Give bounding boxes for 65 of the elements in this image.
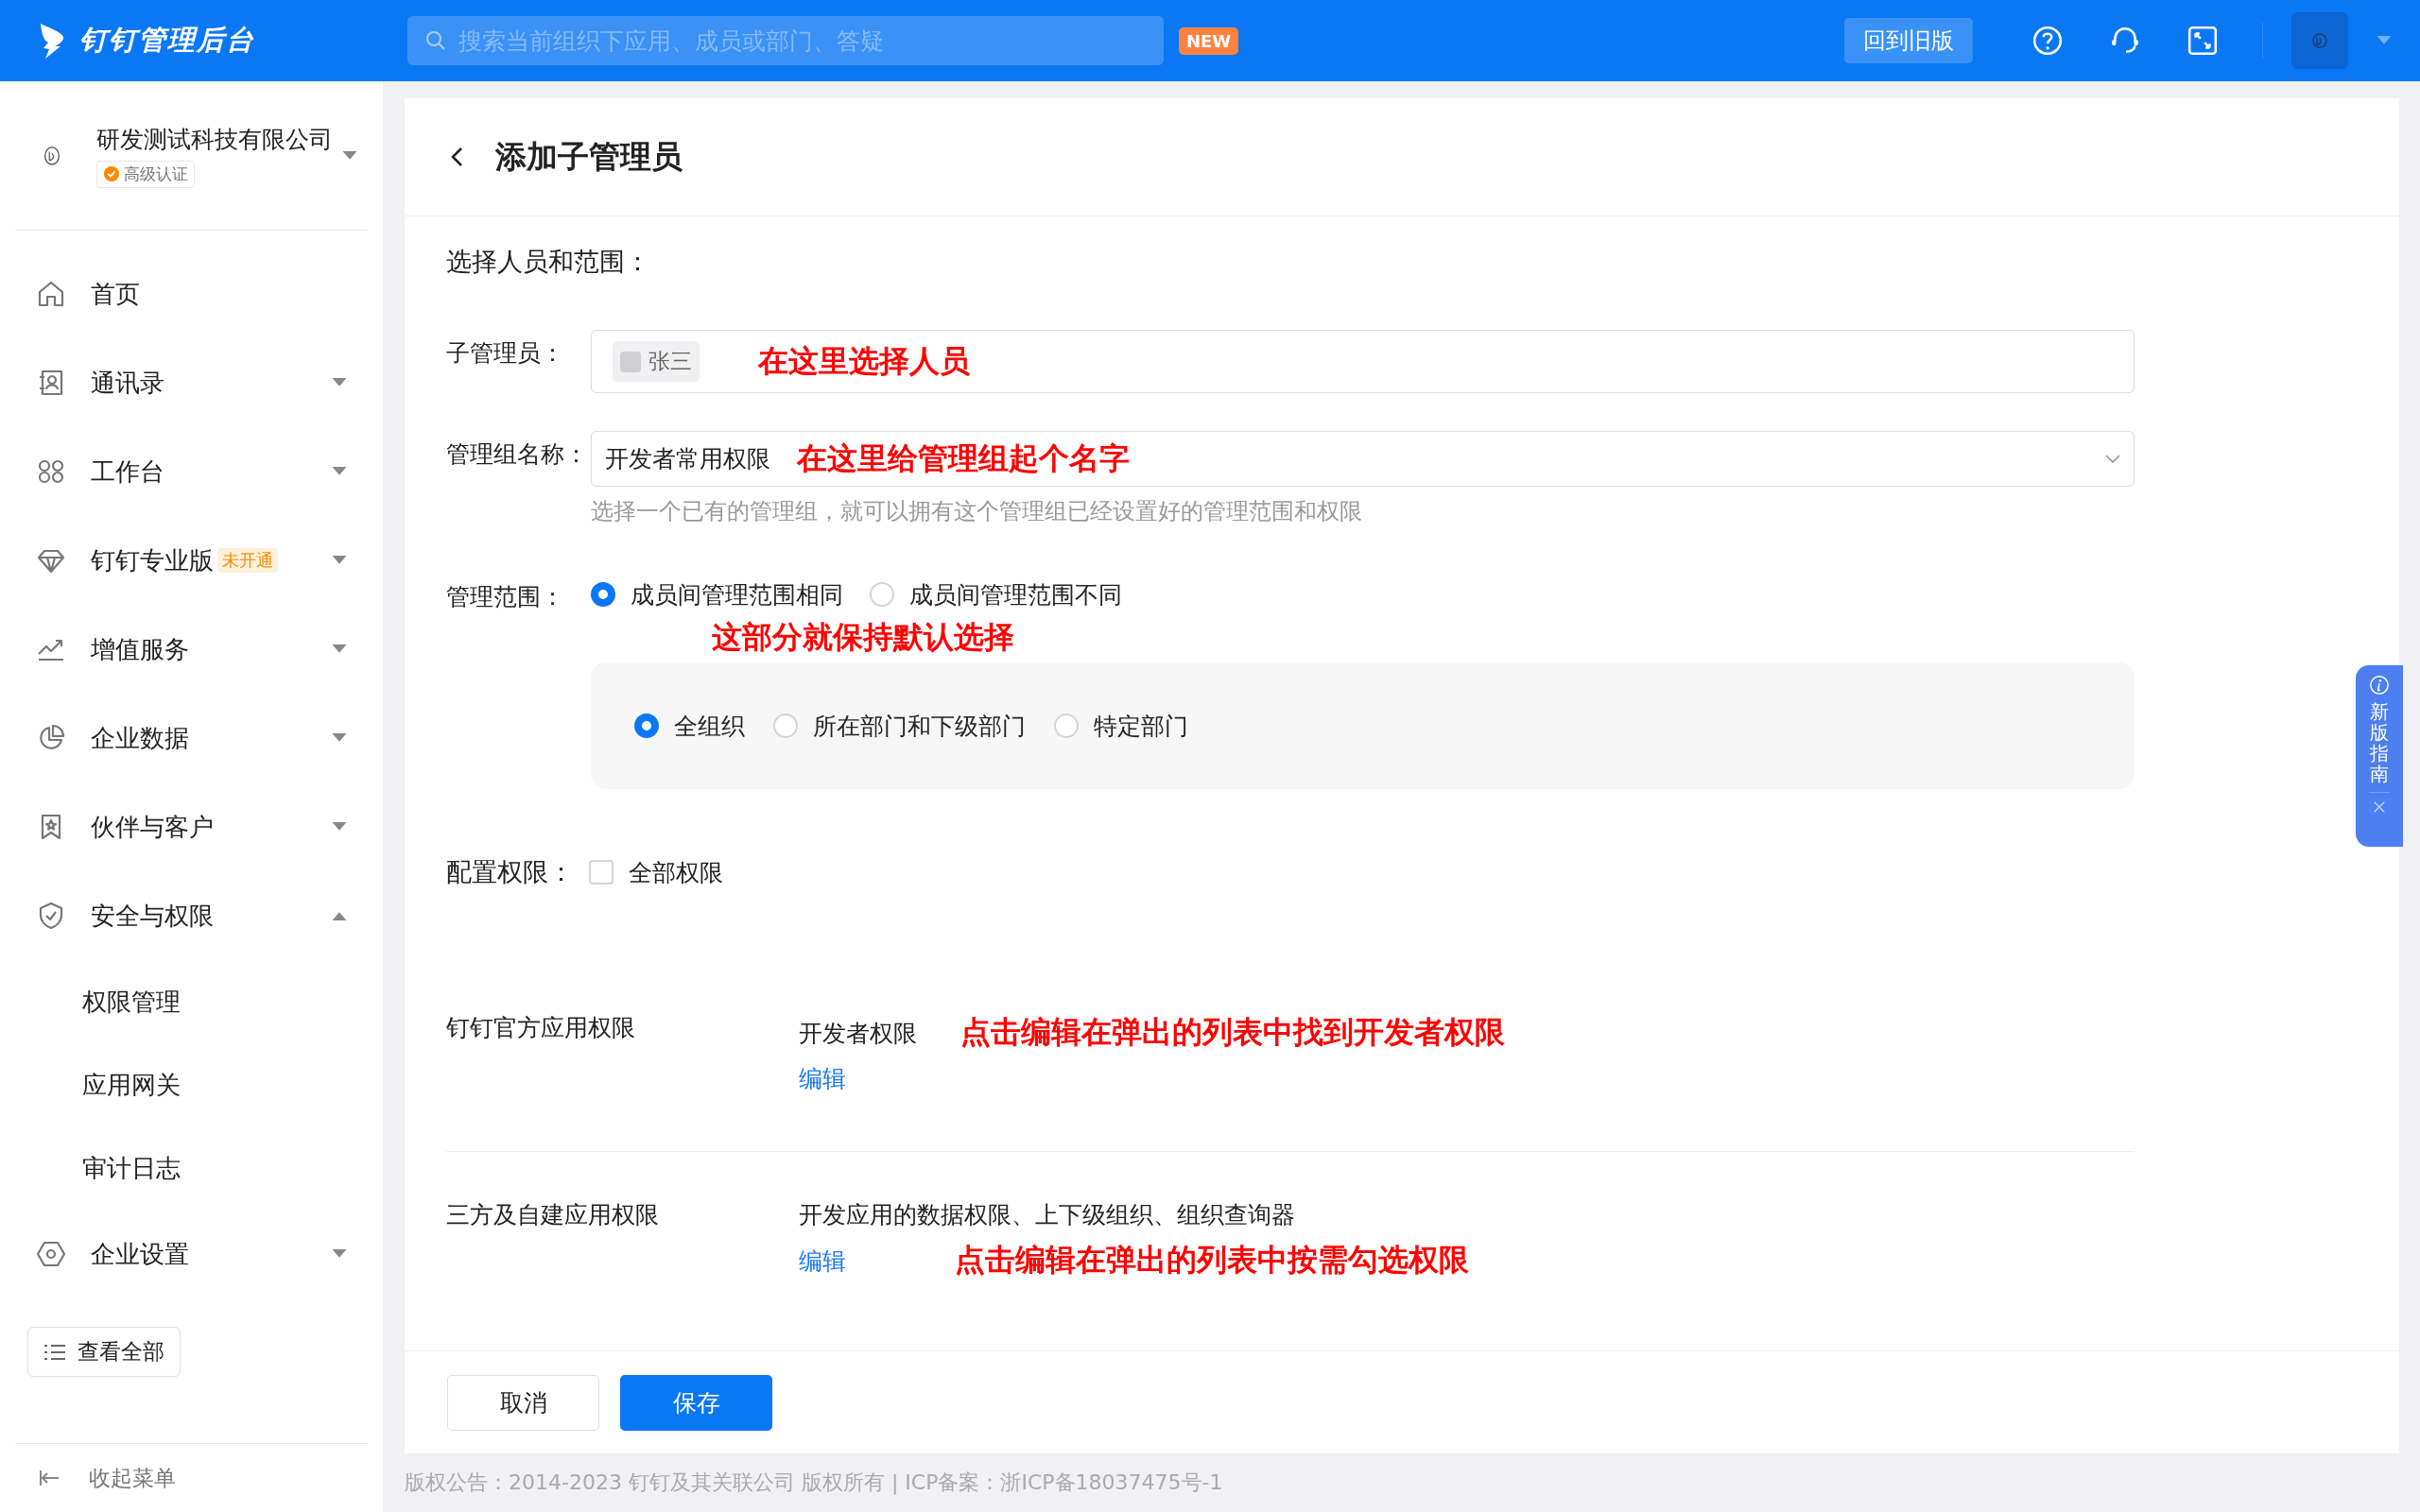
- collapse-menu-button[interactable]: 收起菜单: [13, 1444, 370, 1512]
- annotation: 点击编辑在弹出的列表中找到开发者权限: [960, 1013, 1505, 1052]
- app-title: 钉钉管理后台: [79, 23, 255, 58]
- copyright-text: 版权公告：2014-2023 钉钉及其关联公司 版权所有 | ICP备案：浙ICP备18037475号-1: [405, 1469, 1224, 1497]
- section-title: 选择人员和范围：: [446, 246, 651, 278]
- new-badge: NEW: [1179, 26, 1239, 55]
- annotation: 这部分就保持默认选择: [712, 618, 1015, 657]
- menu-item[interactable]: 企业数据: [13, 694, 370, 782]
- radio-option[interactable]: 全组织: [634, 710, 745, 742]
- annotation: 在这里选择人员: [758, 341, 970, 381]
- edit-link[interactable]: 编辑: [799, 1063, 846, 1094]
- menu-item[interactable]: 安全与权限: [13, 871, 370, 960]
- save-button[interactable]: 保存: [620, 1374, 772, 1431]
- field-label: 子管理员：: [446, 338, 565, 369]
- info-icon: [2369, 675, 2390, 696]
- help-icon[interactable]: [2031, 25, 2064, 57]
- logo-icon: [38, 22, 66, 60]
- menu-item[interactable]: 首页: [13, 249, 370, 338]
- view-all-button[interactable]: 查看全部: [27, 1327, 181, 1377]
- not-activated-tag: 未开通: [217, 548, 278, 573]
- certification-badge: 高级认证: [96, 160, 195, 188]
- new-guide-tab[interactable]: 新版指南: [2356, 665, 2403, 847]
- home-icon: [36, 279, 66, 309]
- radio-option[interactable]: 特定部门: [1054, 710, 1188, 742]
- caret-icon[interactable]: [342, 150, 357, 161]
- cancel-button[interactable]: 取消: [447, 1374, 599, 1431]
- menu-item[interactable]: 企业设置: [13, 1210, 370, 1298]
- permission-value: 开发应用的数据权限、上下级组织、组织查询器: [799, 1200, 1295, 1230]
- hint-text: 选择一个已有的管理组，就可以拥有这个管理组已经设置好的管理范围和权限: [591, 497, 1363, 526]
- submenu-item[interactable]: 应用网关: [13, 1043, 370, 1126]
- person-chip[interactable]: 张三: [613, 341, 700, 382]
- radio-option[interactable]: 成员间管理范围不同: [870, 578, 1122, 610]
- avatar-icon: [620, 351, 641, 372]
- submenu-item[interactable]: 权限管理: [13, 960, 370, 1043]
- hexagon-icon: [36, 1239, 66, 1269]
- checkbox-option[interactable]: 全部权限: [589, 856, 723, 888]
- radio-option[interactable]: 所在部门和下级部门: [773, 710, 1026, 742]
- page-title: 添加子管理员: [495, 136, 683, 177]
- guide-label: 新版指南: [2370, 701, 2389, 784]
- back-icon[interactable]: [450, 146, 465, 168]
- menu-item[interactable]: 钉钉专业版 未开通: [13, 516, 370, 605]
- search-icon: [424, 29, 447, 52]
- radio-option[interactable]: 成员间管理范围相同: [591, 578, 843, 610]
- organization-name[interactable]: 研发测试科技有限公司: [96, 123, 333, 155]
- menu-item[interactable]: 通讯录: [13, 338, 370, 427]
- field-label: 管理组名称：: [446, 439, 589, 470]
- menu-item[interactable]: 工作台: [13, 427, 370, 516]
- list-icon: [43, 1342, 66, 1362]
- fullscreen-icon[interactable]: [2187, 25, 2219, 57]
- admin-field[interactable]: 张三 在这里选择人员: [591, 330, 2135, 393]
- menu-item[interactable]: 增值服务: [13, 605, 370, 694]
- permission-name: 钉钉官方应用权限: [446, 1013, 636, 1043]
- field-label: 管理范围：: [446, 582, 565, 612]
- search-field[interactable]: 搜索当前组织下应用、成员或部门、答疑: [407, 16, 1164, 65]
- annotation: 在这里给管理组起个名字: [797, 438, 1130, 478]
- permission-value: 开发者权限: [799, 1018, 917, 1049]
- edit-link[interactable]: 编辑: [799, 1245, 846, 1277]
- permission-name: 三方及自建应用权限: [446, 1200, 660, 1230]
- field-label: 配置权限：: [446, 856, 574, 888]
- submenu-item[interactable]: 审计日志: [13, 1126, 370, 1210]
- menu-item[interactable]: 伙伴与客户: [13, 782, 370, 871]
- group-name-select[interactable]: 开发者常用权限 在这里给管理组起个名字: [591, 431, 2135, 487]
- close-icon[interactable]: [2373, 800, 2386, 814]
- chevron-down-icon: [2105, 454, 2120, 464]
- annotation: 点击编辑在弹出的列表中按需勾选权限: [955, 1241, 1469, 1280]
